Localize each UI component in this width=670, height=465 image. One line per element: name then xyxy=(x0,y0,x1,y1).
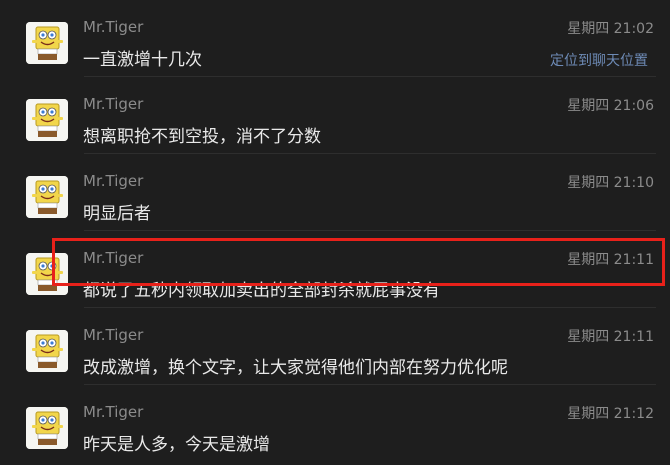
message-item[interactable]: Mr.Tiger 星期四 21:12 昨天是人多，今天是激增 xyxy=(0,385,666,462)
message-item[interactable]: Mr.Tiger 星期四 21:10 明显后者 xyxy=(0,154,666,231)
sender-name: Mr.Tiger xyxy=(83,18,144,36)
message-text: 想离职抢不到空投，消不了分数 xyxy=(83,127,321,147)
scrollbar[interactable] xyxy=(666,0,670,465)
message-text: 明显后者 xyxy=(83,204,151,224)
message-time: 星期四 21:06 xyxy=(567,98,654,114)
message-item[interactable]: Mr.Tiger 星期四 21:11 改成激增，换个文字，让大家觉得他们内部在努… xyxy=(0,308,666,385)
locate-in-chat-link[interactable]: 定位到聊天位置 xyxy=(550,50,648,70)
sender-name: Mr.Tiger xyxy=(83,403,144,421)
sender-name: Mr.Tiger xyxy=(83,249,144,267)
message-text: 昨天是人多，今天是激增 xyxy=(83,435,270,455)
sender-name: Mr.Tiger xyxy=(83,172,144,190)
spongebob-avatar-icon[interactable] xyxy=(26,407,68,449)
spongebob-avatar-icon[interactable] xyxy=(26,176,68,218)
message-text: 一直激增十几次 xyxy=(83,50,202,70)
message-time: 星期四 21:10 xyxy=(567,175,654,191)
message-time: 星期四 21:11 xyxy=(567,329,654,345)
message-text: 都说了五秒内领取加卖出的全部封杀就屁事没有 xyxy=(83,281,440,301)
spongebob-avatar-icon[interactable] xyxy=(26,22,68,64)
sender-name: Mr.Tiger xyxy=(83,95,144,113)
message-time: 星期四 21:11 xyxy=(567,252,654,268)
message-text: 改成激增，换个文字，让大家觉得他们内部在努力优化呢 xyxy=(83,358,508,378)
message-item[interactable]: Mr.Tiger 星期四 21:06 想离职抢不到空投，消不了分数 xyxy=(0,77,666,154)
message-item[interactable]: Mr.Tiger 星期四 21:11 都说了五秒内领取加卖出的全部封杀就屁事没有 xyxy=(0,231,666,308)
sender-name: Mr.Tiger xyxy=(83,326,144,344)
message-time: 星期四 21:02 xyxy=(567,21,654,37)
spongebob-avatar-icon[interactable] xyxy=(26,330,68,372)
message-item[interactable]: Mr.Tiger 星期四 21:02 一直激增十几次 定位到聊天位置 xyxy=(0,0,666,77)
spongebob-avatar-icon[interactable] xyxy=(26,253,68,295)
message-time: 星期四 21:12 xyxy=(567,406,654,422)
spongebob-avatar-icon[interactable] xyxy=(26,99,68,141)
